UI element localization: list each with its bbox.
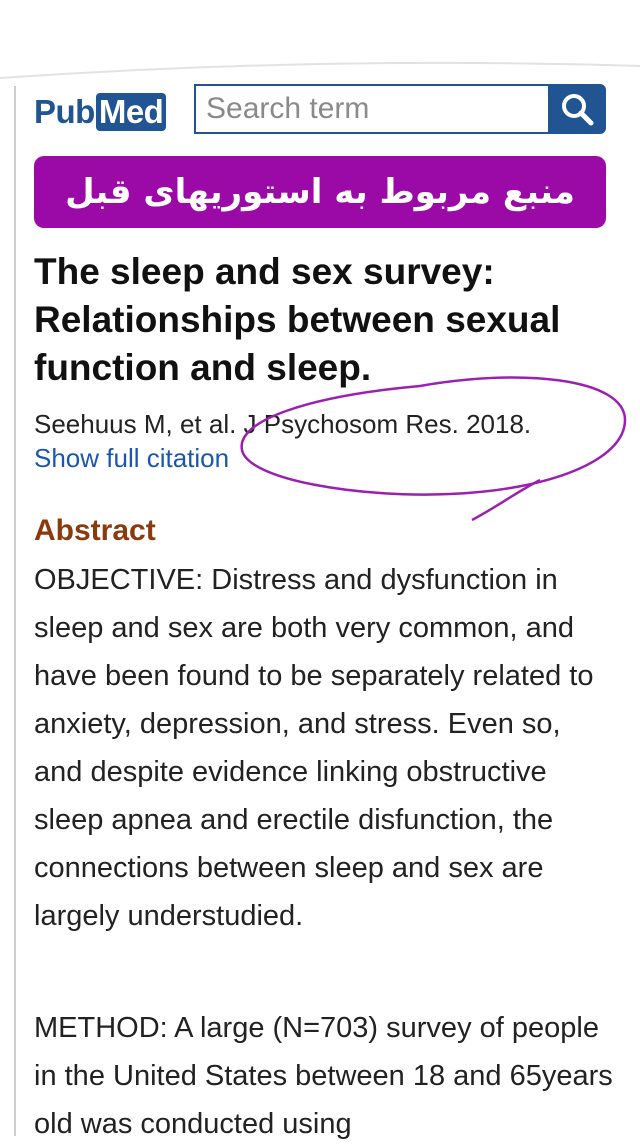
header: Pub Med [34, 82, 606, 138]
abstract-paragraph-objective: OBJECTIVE: Distress and dysfunction in s… [34, 564, 594, 932]
page-left-edge [14, 86, 16, 1136]
pubmed-logo[interactable]: Pub Med [34, 90, 184, 134]
logo-med-text: Med [95, 93, 167, 131]
logo-pub-text: Pub [34, 93, 95, 130]
abstract-paragraph-method: METHOD: A large (N=703) survey of people… [34, 1012, 613, 1140]
hand-drawn-circle-annotation [240, 376, 627, 522]
overlay-banner: منبع مربوط به استوریهای قبل [34, 156, 606, 228]
magnifier-icon [562, 94, 594, 126]
search-input[interactable] [194, 84, 548, 134]
page-top-curve [0, 61, 640, 79]
abstract-heading: Abstract [34, 514, 156, 547]
search-button[interactable] [548, 84, 606, 134]
show-full-citation-link[interactable]: Show full citation [34, 442, 229, 474]
